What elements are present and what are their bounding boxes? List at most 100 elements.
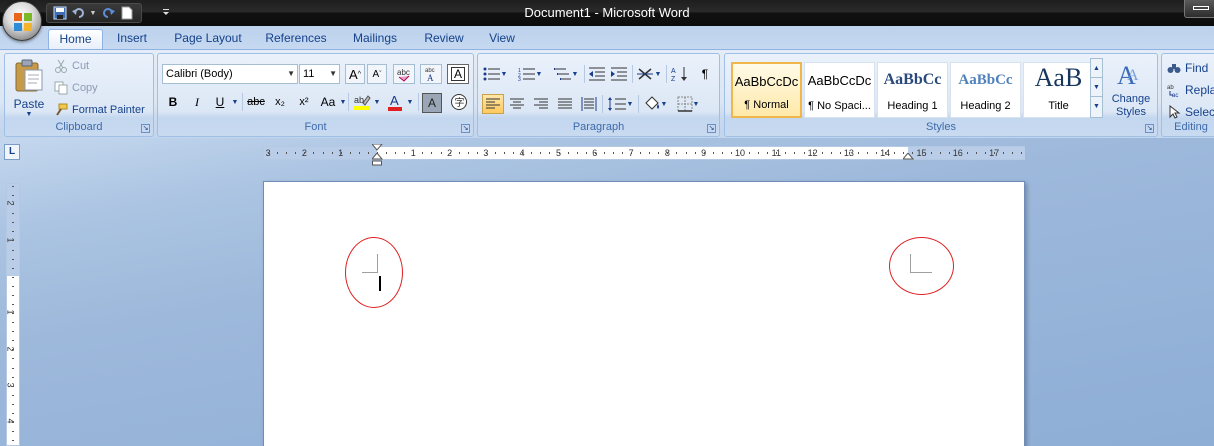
ruler-tick [12,186,14,187]
phonetic-guide-button[interactable]: abc A [420,64,442,84]
minimize-button[interactable] [1184,0,1214,18]
change-case-button[interactable]: Aa [317,92,339,112]
separator [602,95,603,113]
align-right-button[interactable] [530,94,552,114]
style-heading-1[interactable]: AaBbCc Heading 1 [877,62,948,118]
first-line-indent-marker[interactable] [372,144,383,152]
multilevel-list-button[interactable]: ▼ [552,64,580,84]
superscript-button[interactable]: x² [293,92,315,112]
distributed-button[interactable] [578,94,600,114]
separator [632,65,633,83]
font-color-dropdown-icon[interactable]: ▼ [406,92,414,112]
ruler-tick [985,152,987,154]
ruler-tick [785,152,787,154]
decrease-indent-button[interactable] [586,64,608,84]
select-button[interactable]: Selec [1166,102,1214,122]
shading-button[interactable]: ▼ [641,94,669,114]
ribbon: Paste ▼ Cut Copy Format Painter Clipboar… [0,49,1214,138]
line-spacing-button[interactable]: ▼ [605,94,635,114]
font-size-field[interactable]: 11 ▼ [299,64,340,84]
ruler-tick [485,152,487,154]
numbering-button[interactable]: 123 ▼ [516,64,544,84]
scroll-up-icon[interactable]: ▲ [1091,59,1102,78]
bold-button[interactable]: B [162,92,184,112]
shrink-font-button[interactable]: Aˇ [367,64,387,84]
borders-button[interactable]: ▼ [673,94,703,114]
right-indent-marker[interactable] [903,153,914,161]
styles-launcher-icon[interactable]: ↘ [1145,124,1154,133]
ruler-tick [612,152,614,154]
office-button[interactable] [2,1,42,41]
more-styles-icon[interactable]: ▼ [1091,97,1102,116]
tab-references[interactable]: References [260,29,332,50]
paragraph-launcher-icon[interactable]: ↘ [707,124,716,133]
style-name: Heading 1 [887,100,938,112]
underline-button[interactable]: U [210,92,230,112]
font-color-button[interactable]: A [384,92,406,112]
ruler-tick [413,152,415,154]
tab-page-layout[interactable]: Page Layout [168,29,248,50]
ruler-tick [594,152,596,154]
tab-view[interactable]: View [482,29,522,50]
vertical-ruler[interactable]: 2 1 1 2 3 4 [6,183,20,446]
character-shading-button[interactable]: A [422,93,442,113]
paste-button[interactable]: Paste ▼ [9,56,49,118]
bullets-button[interactable]: ▼ [482,64,508,84]
tab-selector[interactable]: L [4,144,20,160]
increase-indent-button[interactable] [608,64,630,84]
style-preview: AaB [1034,63,1083,92]
highlight-button[interactable]: ab [351,92,373,112]
font-launcher-icon[interactable]: ↘ [461,124,470,133]
ruler-tick [522,152,524,154]
window-title: Document1 - Microsoft Word [524,5,690,20]
style-normal[interactable]: AaBbCcDc ¶ Normal [731,62,802,118]
tab-review[interactable]: Review [418,29,470,50]
style-name: ¶ Normal [744,99,789,111]
replace-button[interactable]: ab ac Repla [1166,80,1214,100]
ruler-top-margin [7,184,19,276]
style-heading-2[interactable]: AaBbCc Heading 2 [950,62,1021,118]
change-case-dropdown-icon[interactable]: ▼ [339,92,347,112]
tab-home[interactable]: Home [48,29,103,50]
tab-insert[interactable]: Insert [108,29,156,50]
clear-formatting-button[interactable]: abc [393,64,415,84]
font-name-field[interactable]: Calibri (Body) ▼ [162,64,298,84]
clipboard-launcher-icon[interactable]: ↘ [141,124,150,133]
character-border-button[interactable]: A [447,64,469,84]
cut-button[interactable]: Cut [53,56,89,76]
clear-formatting-icon: abc [397,68,410,82]
ruler-tick [386,152,388,154]
underline-dropdown-icon[interactable]: ▼ [230,92,240,112]
highlight-dropdown-icon[interactable]: ▼ [373,92,381,112]
subscript-button[interactable]: x₂ [269,92,291,112]
format-painter-button[interactable]: Format Painter [53,100,145,120]
style-title[interactable]: AaB Title [1023,62,1094,118]
show-formatting-marks-button[interactable]: ¶ [694,64,716,84]
strikethrough-button[interactable]: abc [245,92,267,112]
ruler-tick [513,152,515,154]
find-button[interactable]: Find [1166,58,1208,78]
style-name: Heading 2 [960,100,1011,112]
horizontal-ruler[interactable]: 3211234567891011121314151617 [263,144,1025,166]
asian-layout-button[interactable]: ▼ [635,64,663,84]
ruler-tick [531,152,533,154]
ruler-tick [740,152,741,154]
grow-font-button[interactable]: A ^ [345,64,365,84]
style-no-spacing[interactable]: AaBbCcDc ¶ No Spaci... [804,62,875,118]
tab-mailings[interactable]: Mailings [346,29,404,50]
sort-button[interactable]: AZ [669,64,691,84]
enclose-characters-button[interactable]: 字 [448,92,470,112]
copy-button[interactable]: Copy [53,78,98,98]
align-left-button[interactable] [482,94,504,114]
hanging-indent-marker[interactable] [372,153,383,167]
document-page[interactable] [263,181,1025,446]
italic-button[interactable]: I [186,92,208,112]
align-center-button[interactable] [506,94,528,114]
styles-gallery-scroll[interactable]: ▲ ▼ ▼ [1090,58,1103,118]
justify-button[interactable] [554,94,576,114]
svg-text:字: 字 [455,96,465,109]
ruler-tick [930,152,932,154]
ruler-tick [449,152,451,154]
change-styles-button[interactable]: A A Change Styles [1107,58,1155,120]
scroll-down-icon[interactable]: ▼ [1091,78,1102,97]
